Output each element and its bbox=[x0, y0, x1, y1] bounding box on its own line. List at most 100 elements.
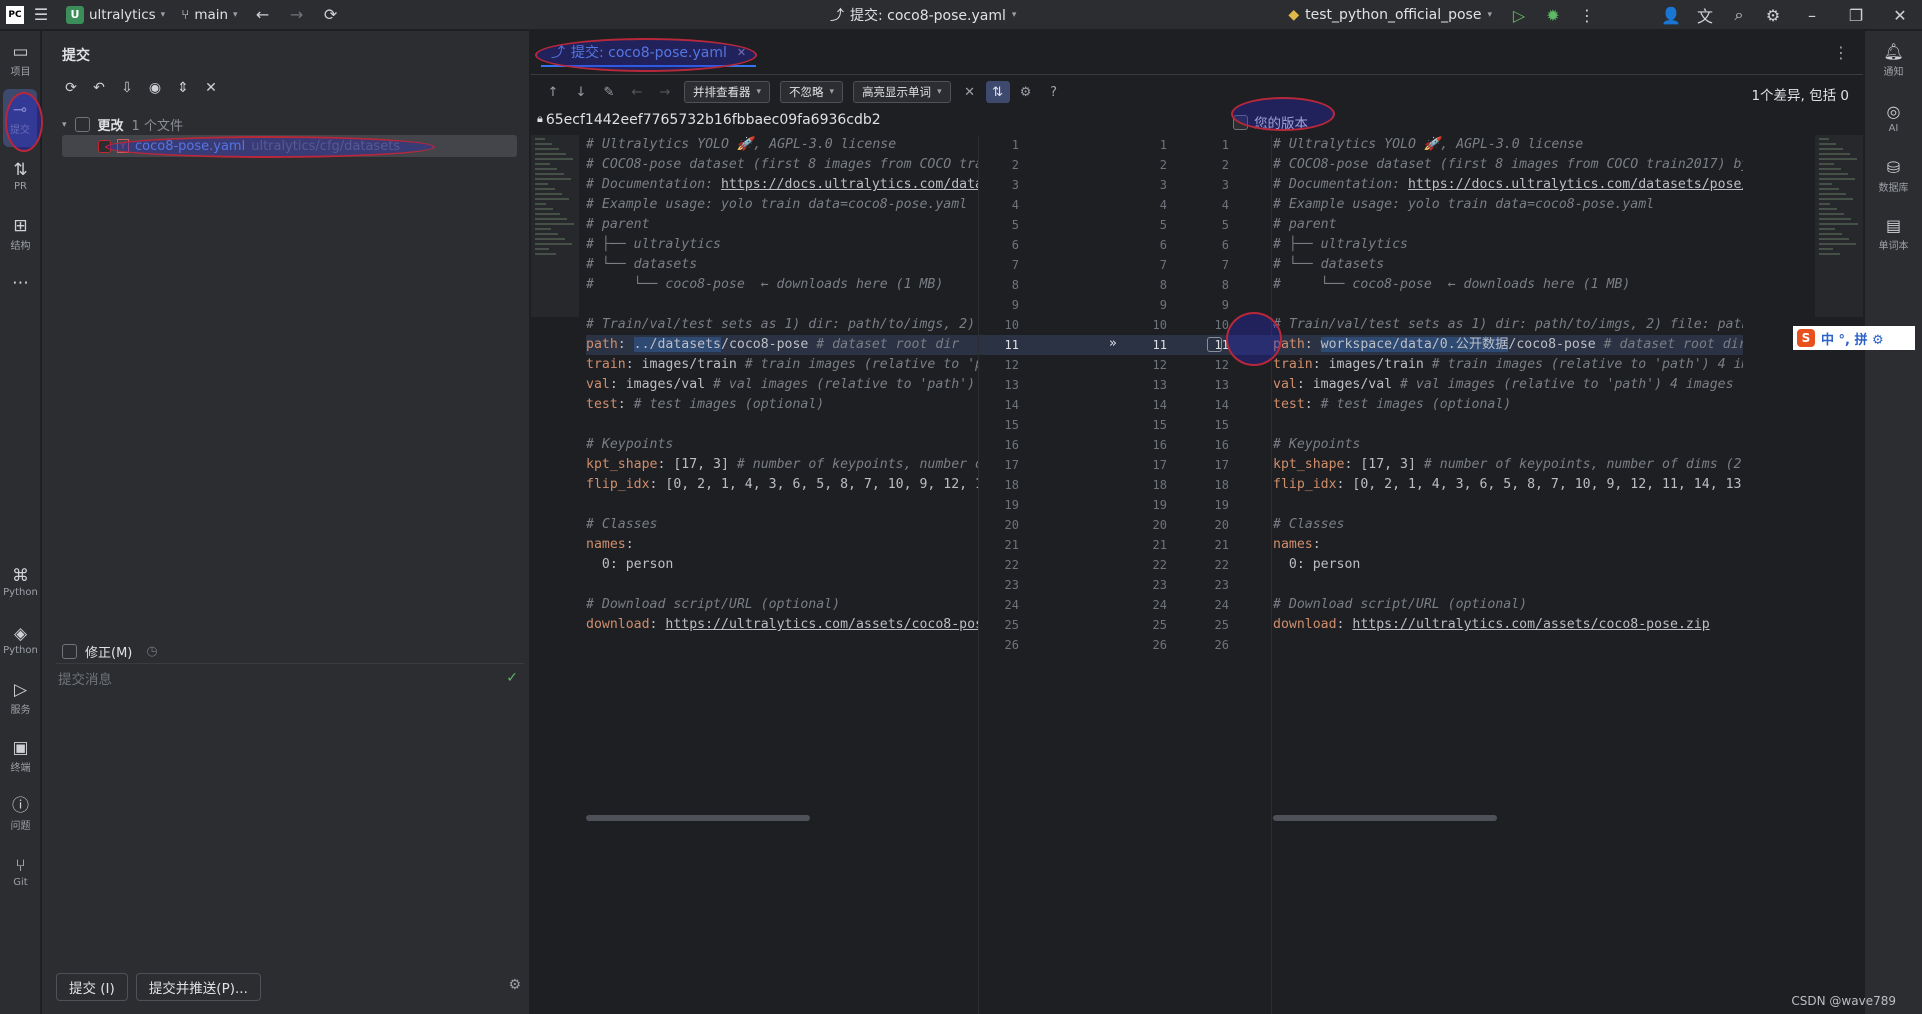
code-link[interactable]: https://docs.ultralytics.com/datasets/po… bbox=[1408, 177, 1743, 192]
back-icon[interactable]: ← bbox=[625, 81, 649, 103]
amend-option[interactable]: 修正(M) ◷ bbox=[62, 642, 158, 661]
code-line[interactable] bbox=[586, 575, 978, 595]
stripe-pr[interactable]: ⇅ PR bbox=[0, 147, 41, 205]
right-horizontal-scrollbar[interactable] bbox=[1273, 815, 1497, 821]
code-line[interactable]: # Download script/URL (optional) bbox=[1273, 595, 1743, 615]
left-horizontal-scrollbar[interactable] bbox=[586, 815, 810, 821]
run-icon[interactable]: ▷ bbox=[1502, 0, 1536, 30]
stripe-notifications[interactable]: 🔔︎ 通知 bbox=[1865, 31, 1922, 89]
stripe-commit[interactable]: ⊸ 提交 bbox=[3, 89, 37, 147]
close-icon[interactable]: ✕ bbox=[737, 46, 746, 59]
code-line[interactable]: train: images/train # train images (rela… bbox=[1273, 355, 1743, 375]
code-line[interactable] bbox=[586, 295, 978, 315]
code-line[interactable]: # Ultralytics YOLO 🚀, AGPL-3.0 license bbox=[586, 135, 978, 155]
search-icon[interactable]: ⌕ bbox=[1722, 0, 1756, 30]
amend-checkbox[interactable] bbox=[62, 644, 77, 659]
code-line[interactable]: # parent bbox=[1273, 215, 1743, 235]
right-code-pane[interactable]: # Ultralytics YOLO 🚀, AGPL-3.0 license # … bbox=[1273, 135, 1743, 1014]
file-checkbox[interactable] bbox=[98, 139, 111, 153]
code-line[interactable]: val: images/val # val images (relative t… bbox=[586, 375, 978, 395]
include-change-checkbox[interactable] bbox=[1207, 337, 1222, 352]
code-line[interactable]: download: https://ultralytics.com/assets… bbox=[586, 615, 978, 635]
collapse-all-icon[interactable]: ✕ bbox=[200, 77, 222, 99]
ignore-mode-select[interactable]: 不忽略 ▾ bbox=[780, 81, 844, 103]
code-line[interactable]: test: # test images (optional) bbox=[586, 395, 978, 415]
code-line[interactable]: # └── datasets bbox=[586, 255, 978, 275]
code-line[interactable]: # Keypoints bbox=[1273, 435, 1743, 455]
code-line[interactable]: # Classes bbox=[586, 515, 978, 535]
add-user-icon[interactable]: 👤 bbox=[1654, 0, 1688, 30]
code-line[interactable]: flip_idx: [0, 2, 1, 4, 3, 6, 5, 8, 7, 10… bbox=[586, 475, 978, 495]
right-minimap[interactable] bbox=[1815, 135, 1863, 317]
update-icon[interactable]: ⇩ bbox=[116, 77, 138, 99]
code-line[interactable]: # └── coco8-pose ← downloads here (1 MB) bbox=[1273, 275, 1743, 295]
stripe-ai[interactable]: ◎ AI bbox=[1865, 89, 1922, 147]
settings-icon[interactable]: ⚙ bbox=[1756, 0, 1790, 30]
code-link[interactable]: https://ultralytics.com/assets/coco8-pos… bbox=[1352, 617, 1709, 632]
commit-and-push-button[interactable]: 提交并推送(P)... bbox=[135, 973, 261, 1001]
code-link[interactable]: https://docs.ultralytics.com/datasets/po… bbox=[721, 177, 978, 192]
code-line[interactable]: # Keypoints bbox=[586, 435, 978, 455]
code-line[interactable]: kpt_shape: [17, 3] # number of keypoints… bbox=[1273, 455, 1743, 475]
code-line[interactable]: download: https://ultralytics.com/assets… bbox=[1273, 615, 1743, 635]
refresh-icon[interactable]: ⟳ bbox=[314, 0, 348, 30]
changes-checkbox[interactable] bbox=[74, 117, 90, 132]
forward-icon[interactable]: → bbox=[653, 81, 677, 103]
code-line[interactable] bbox=[1273, 495, 1743, 515]
right-revision[interactable]: 您的版本 bbox=[1233, 112, 1308, 132]
restore-icon[interactable]: ❐ bbox=[1834, 0, 1878, 30]
code-line[interactable]: names: bbox=[1273, 535, 1743, 555]
code-line[interactable]: # Example usage: yolo train data=coco8-p… bbox=[586, 195, 978, 215]
stripe-git[interactable]: ⑂ Git bbox=[0, 843, 41, 901]
code-line[interactable] bbox=[1273, 635, 1743, 655]
code-line[interactable]: names: bbox=[586, 535, 978, 555]
stripe-python-packages[interactable]: ◈ Python bbox=[0, 611, 41, 669]
rollback-icon[interactable]: ↶ bbox=[88, 77, 110, 99]
gear-icon[interactable]: ⚙ bbox=[508, 977, 521, 993]
code-line[interactable]: # Documentation: https://docs.ultralytic… bbox=[586, 175, 978, 195]
code-line[interactable] bbox=[586, 415, 978, 435]
code-line[interactable]: flip_idx: [0, 2, 1, 4, 3, 6, 5, 8, 7, 10… bbox=[1273, 475, 1743, 495]
collapse-unchanged-icon[interactable]: ✕ bbox=[958, 81, 982, 103]
code-line[interactable]: # Download script/URL (optional) bbox=[586, 595, 978, 615]
forward-icon[interactable]: → bbox=[280, 0, 314, 30]
stripe-problems[interactable]: ⓘ 问题 bbox=[0, 785, 41, 843]
code-line[interactable]: val: images/val # val images (relative t… bbox=[1273, 375, 1743, 395]
code-line[interactable]: # Ultralytics YOLO 🚀, AGPL-3.0 license bbox=[1273, 135, 1743, 155]
history-icon[interactable]: ◷ bbox=[146, 644, 157, 659]
stripe-more[interactable]: ⋯ bbox=[0, 263, 41, 303]
code-line[interactable] bbox=[586, 495, 978, 515]
window-title[interactable]: ⤴ 提交: coco8-pose.yaml ▾ bbox=[830, 0, 1016, 30]
chevron-down-icon[interactable]: ▾ bbox=[62, 120, 67, 130]
stripe-terminal[interactable]: ▣ 终端 bbox=[0, 727, 41, 785]
code-line[interactable]: # ├── ultralytics bbox=[586, 235, 978, 255]
code-line[interactable]: kpt_shape: [17, 3] # number of keypoints… bbox=[586, 455, 978, 475]
commit-button[interactable]: 提交 (I) bbox=[56, 973, 128, 1001]
code-line[interactable]: 0: person bbox=[1273, 555, 1743, 575]
code-line[interactable]: 0: person bbox=[586, 555, 978, 575]
sync-scroll-icon[interactable]: ⇅ bbox=[985, 81, 1010, 103]
minimize-icon[interactable]: – bbox=[1790, 0, 1834, 30]
prev-diff-icon[interactable]: ↑ bbox=[541, 81, 565, 103]
run-config-selector[interactable]: ◆ test_python_official_pose ▾ bbox=[1278, 7, 1502, 23]
next-diff-icon[interactable]: ↓ bbox=[569, 81, 593, 103]
debug-icon[interactable]: ✹ bbox=[1536, 0, 1570, 30]
changes-group[interactable]: ▾ 更改 1 个文件 bbox=[62, 115, 183, 134]
code-line[interactable]: path: ../datasets/coco8-pose # dataset r… bbox=[586, 335, 978, 355]
stripe-wordbook[interactable]: ▤ 单词本 bbox=[1865, 205, 1922, 263]
code-line[interactable]: # └── coco8-pose ← downloads here (1 MB) bbox=[586, 275, 978, 295]
code-link[interactable]: https://ultralytics.com/assets/coco8-pos… bbox=[665, 617, 978, 632]
main-menu-icon[interactable]: ☰ bbox=[24, 0, 58, 30]
project-selector[interactable]: U ultralytics ▾ bbox=[58, 0, 173, 30]
code-line[interactable] bbox=[586, 635, 978, 655]
stripe-structure[interactable]: ⊞ 结构 bbox=[0, 205, 41, 263]
your-version-checkbox[interactable] bbox=[1233, 114, 1248, 130]
code-line[interactable]: # Classes bbox=[1273, 515, 1743, 535]
code-line[interactable] bbox=[1273, 575, 1743, 595]
code-line[interactable] bbox=[1273, 295, 1743, 315]
viewer-mode-select[interactable]: 并排查看器 ▾ bbox=[684, 81, 771, 103]
branch-selector[interactable]: ⑂ main ▾ bbox=[173, 0, 245, 30]
stripe-project[interactable]: ▭ 项目 bbox=[0, 31, 41, 89]
help-icon[interactable]: ? bbox=[1042, 81, 1066, 103]
code-line[interactable]: # Documentation: https://docs.ultralytic… bbox=[1273, 175, 1743, 195]
